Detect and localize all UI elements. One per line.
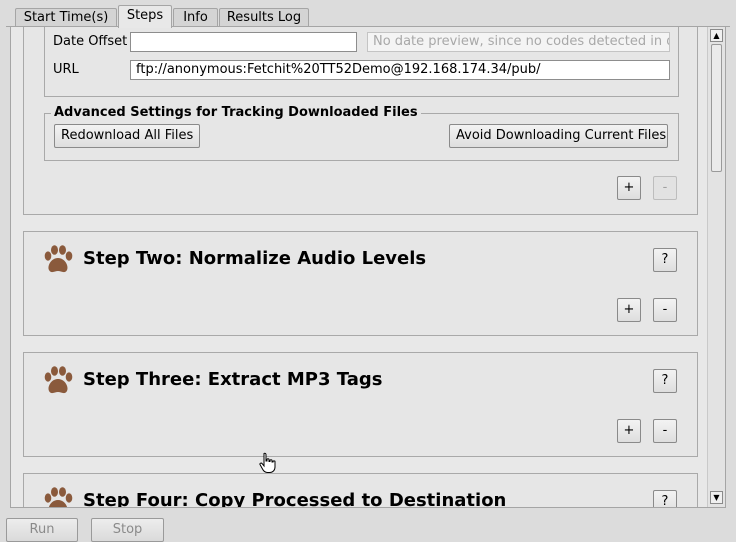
step-four-title: Step Four: Copy Processed to Destination: [83, 490, 507, 507]
step-one-add-button[interactable]: +: [617, 176, 641, 200]
tab-bar: Start Time(s) Steps Info Results Log: [6, 5, 730, 28]
steps-frame: Date Offset No date preview, since no co…: [10, 27, 726, 508]
step-two-panel: Step Two: Normalize Audio Levels ? + -: [23, 231, 698, 336]
step-three-title: Step Three: Extract MP3 Tags: [83, 369, 383, 390]
step-two-remove-button[interactable]: -: [653, 298, 677, 322]
date-offset-input[interactable]: [130, 32, 357, 52]
advanced-settings-group: Advanced Settings for Tracking Downloade…: [44, 105, 679, 161]
stop-button[interactable]: Stop: [91, 518, 164, 542]
paw-print-icon: [44, 487, 73, 507]
tab-start-times[interactable]: Start Time(s): [15, 8, 117, 28]
run-button[interactable]: Run: [6, 518, 78, 542]
vertical-scrollbar[interactable]: ▲ ▼: [707, 27, 725, 507]
step-three-panel: Step Three: Extract MP3 Tags ? + -: [23, 352, 698, 457]
avoid-downloading-button[interactable]: Avoid Downloading Current Files: [449, 124, 668, 148]
date-preview-field: No date preview, since no codes detected…: [367, 32, 670, 52]
step-two-title: Step Two: Normalize Audio Levels: [83, 248, 427, 269]
step-three-add-button[interactable]: +: [617, 419, 641, 443]
step-one-settings-box: Date Offset No date preview, since no co…: [44, 27, 679, 97]
redownload-all-button[interactable]: Redownload All Files: [54, 124, 200, 148]
scroll-up-arrow[interactable]: ▲: [710, 29, 723, 42]
paw-print-icon: [44, 245, 73, 273]
paw-print-icon: [44, 366, 73, 394]
step-one-remove-button[interactable]: -: [653, 176, 677, 200]
step-two-help-button[interactable]: ?: [653, 248, 677, 272]
step-one-panel: Date Offset No date preview, since no co…: [23, 27, 698, 215]
step-three-help-button[interactable]: ?: [653, 369, 677, 393]
tab-steps[interactable]: Steps: [118, 5, 172, 28]
hand-pointer-icon: [259, 452, 276, 473]
step-two-add-button[interactable]: +: [617, 298, 641, 322]
scroll-thumb[interactable]: [711, 44, 722, 172]
steps-scroll-area[interactable]: Date Offset No date preview, since no co…: [11, 27, 708, 507]
step-four-help-button[interactable]: ?: [653, 490, 677, 507]
step-three-remove-button[interactable]: -: [653, 419, 677, 443]
date-offset-label: Date Offset: [53, 34, 128, 49]
url-input[interactable]: ftp://anonymous:Fetchit%20TT52Demo@192.1…: [130, 60, 670, 80]
tab-info[interactable]: Info: [173, 8, 218, 28]
url-label: URL: [53, 62, 79, 77]
advanced-settings-title: Advanced Settings for Tracking Downloade…: [51, 105, 421, 120]
tab-results-log[interactable]: Results Log: [219, 8, 309, 28]
scroll-down-arrow[interactable]: ▼: [710, 491, 723, 504]
step-four-panel: Step Four: Copy Processed to Destination…: [23, 473, 698, 507]
